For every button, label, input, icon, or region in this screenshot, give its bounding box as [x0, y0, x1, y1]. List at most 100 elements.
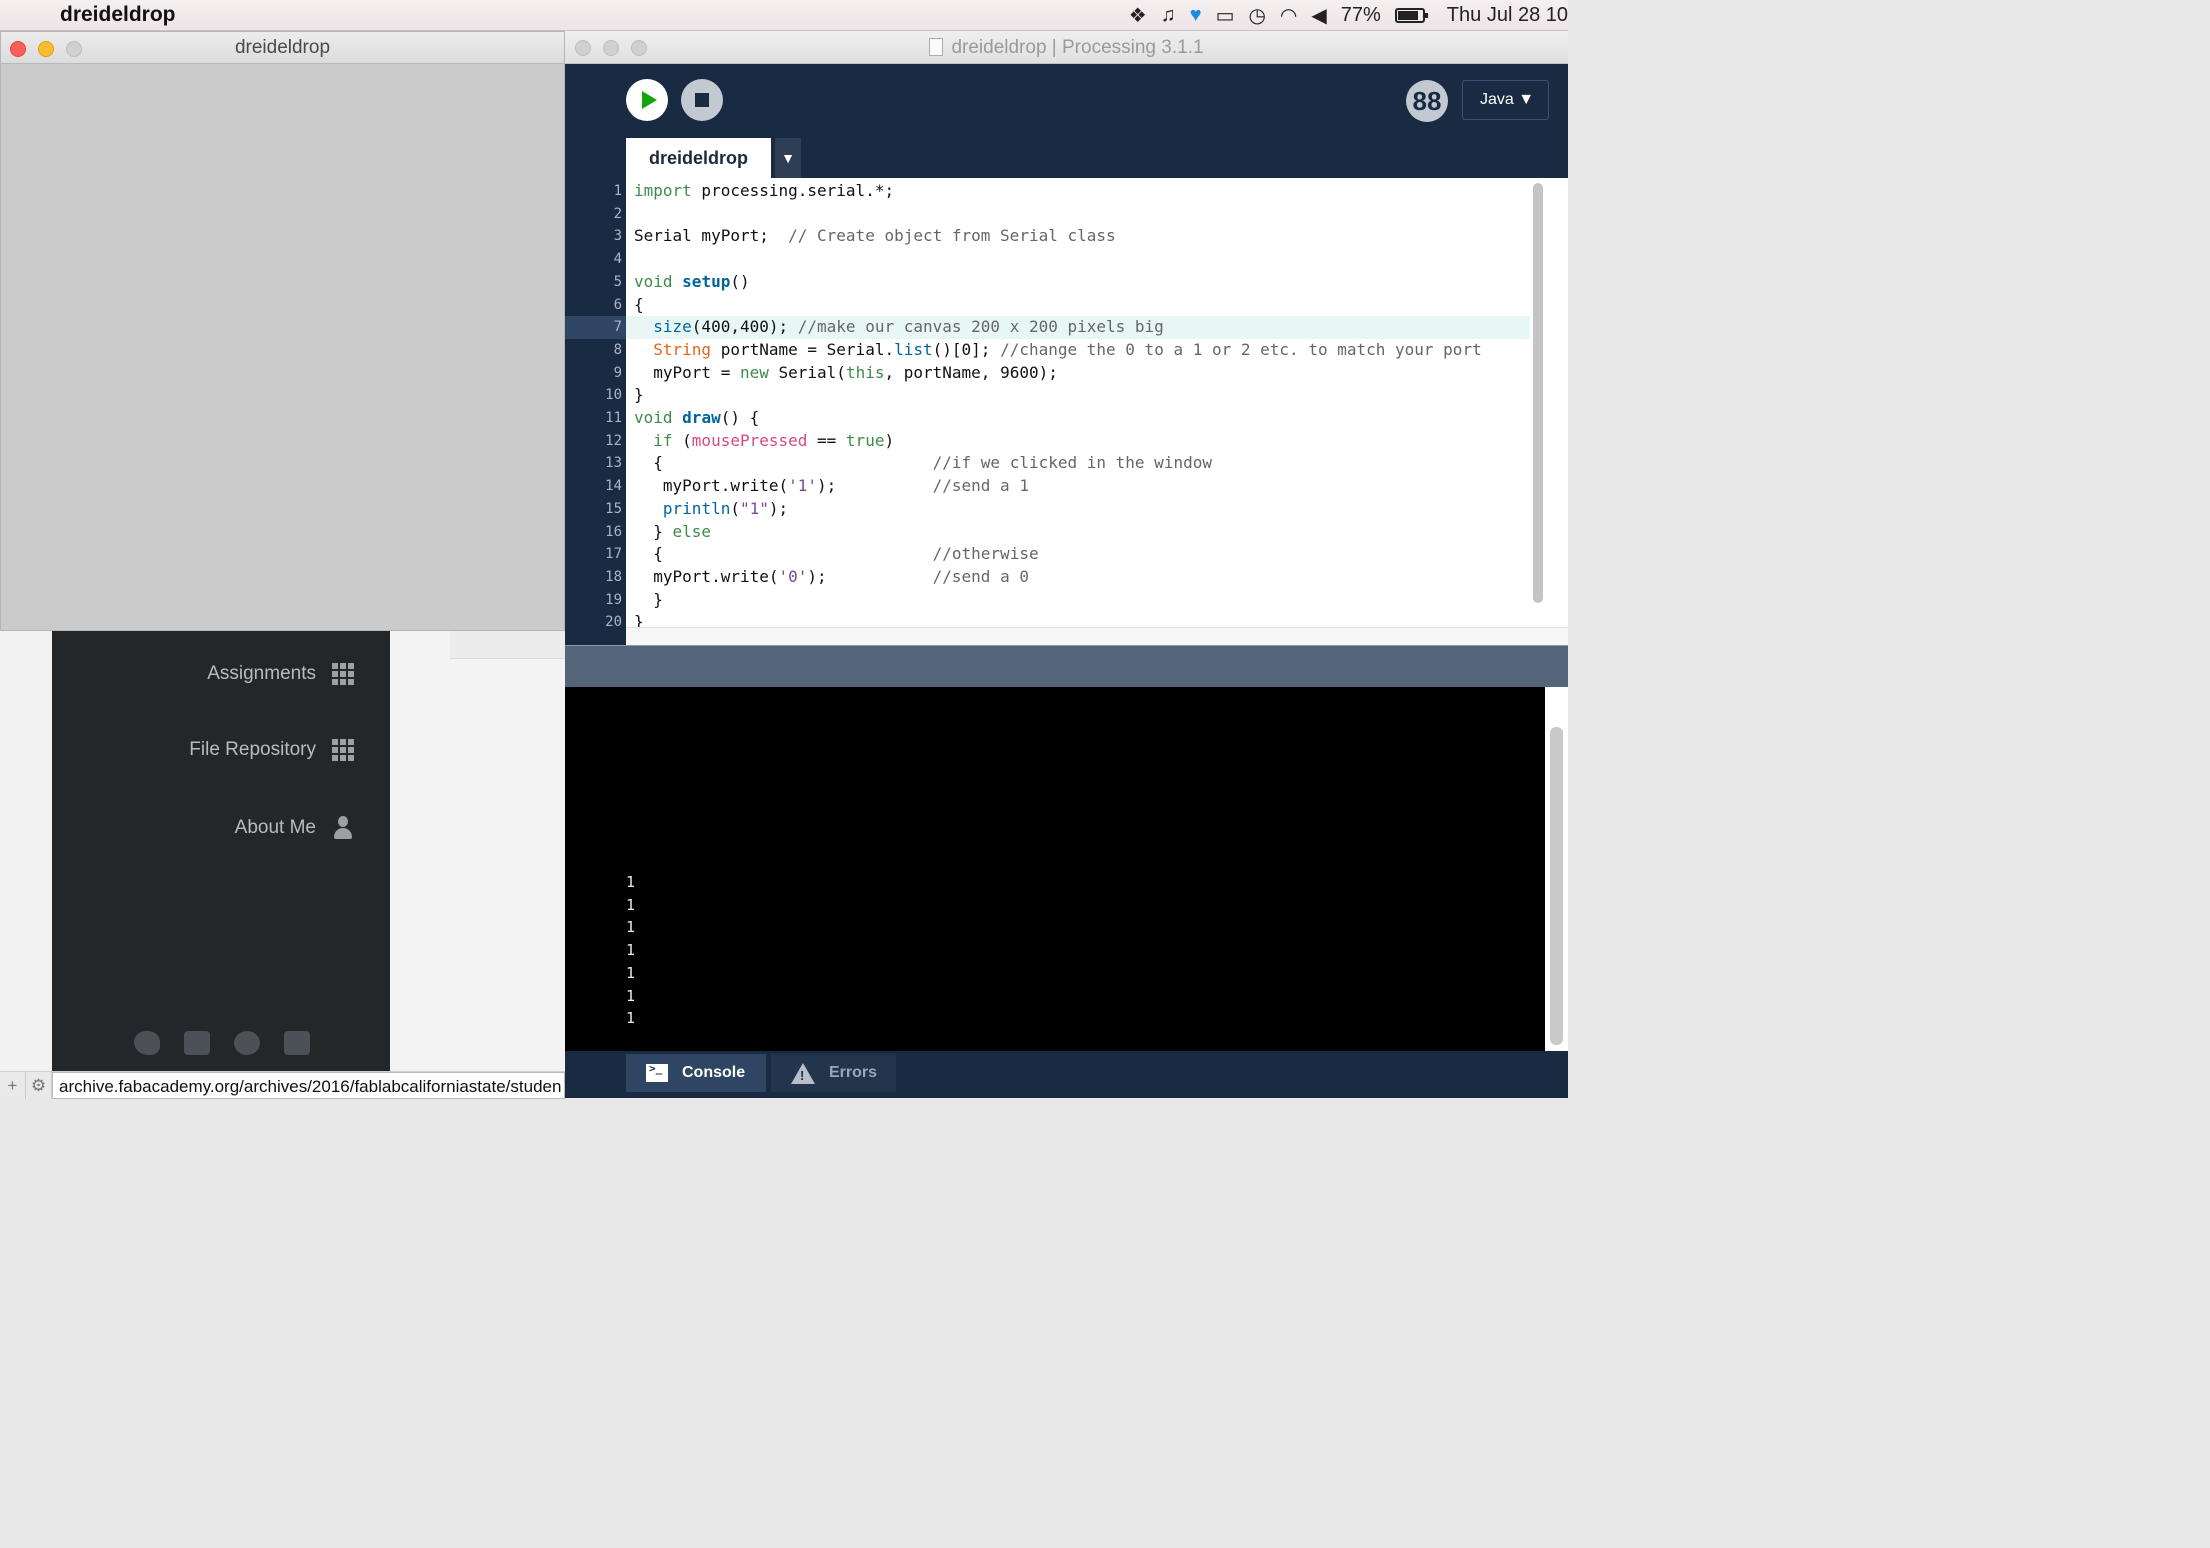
airplay-icon[interactable]: ▭ [1216, 3, 1235, 28]
tab-label: Errors [829, 1064, 878, 1081]
code-text: ) [884, 430, 895, 450]
line-number: 16 [605, 523, 622, 540]
code-editor[interactable]: 1 2 3 4 5 6 7 8 9 10 11 12 13 14 15 16 1… [565, 178, 1530, 627]
code-line: void setup() [634, 271, 750, 294]
debugger-icon[interactable]: 88 [1406, 80, 1448, 122]
ide-titlebar[interactable]: dreideldrop | Processing 3.1.1 [565, 31, 1568, 64]
wifi-icon[interactable]: ◠ [1280, 3, 1297, 28]
close-button[interactable] [575, 40, 591, 56]
line-number: 5 [613, 273, 622, 290]
tab-errors[interactable]: Errors [771, 1054, 896, 1092]
code-text: , portName, 9600); [884, 362, 1058, 382]
app-menu-name[interactable]: dreideldrop [60, 3, 176, 27]
nav-label: Assignments [207, 663, 316, 684]
editor-horizontal-scrollbar[interactable] [626, 627, 1568, 645]
code-text: myPort.write( [634, 566, 779, 586]
gear-icon[interactable]: ⚙ [26, 1071, 52, 1099]
clock[interactable]: Thu Jul 28 10 [1447, 4, 1568, 27]
nav-item-assignments[interactable]: Assignments [207, 663, 354, 685]
battery-percent[interactable]: 77% [1341, 4, 1381, 27]
code-text: () [730, 271, 750, 291]
code-text: { [634, 453, 933, 473]
console-line: 1 [626, 986, 636, 1005]
function-name: size [653, 317, 692, 337]
line-number: 2 [613, 205, 622, 222]
tab-dreideldrop[interactable]: dreideldrop [626, 138, 771, 178]
code-text: == [807, 430, 846, 450]
comment: //change the 0 to a 1 or 2 etc. to match… [1000, 339, 1482, 359]
string-literal: "1" [739, 498, 769, 518]
console-output[interactable]: 1 1 1 1 1 1 1 [565, 687, 1545, 1051]
code-line: } [634, 612, 644, 627]
editor-vertical-scrollbar[interactable] [1530, 178, 1568, 627]
line-number: 17 [605, 546, 622, 563]
code-line: import processing.serial.*; [634, 180, 894, 203]
close-button[interactable] [10, 41, 26, 57]
editor-console-divider[interactable] [565, 645, 1568, 687]
tab-label: Console [682, 1064, 746, 1081]
code-line: size(400,400); //make our canvas 200 x 2… [634, 316, 1164, 339]
minimize-button[interactable] [38, 41, 54, 57]
time-machine-icon[interactable]: ◷ [1248, 3, 1265, 28]
code-line: void draw() { [634, 407, 759, 430]
string-literal: '1' [788, 476, 818, 496]
page-content [390, 631, 565, 1071]
stop-button[interactable] [681, 79, 723, 121]
sketch-title: dreideldrop [234, 37, 331, 58]
run-button[interactable] [626, 79, 668, 121]
twitter-icon[interactable] [134, 1031, 160, 1055]
function-name: draw [682, 408, 721, 427]
line-number: 19 [605, 591, 622, 608]
comment: //make our canvas 200 x 200 pixels big [797, 317, 1164, 337]
nav-label: File Repository [189, 739, 316, 760]
ide-title: dreideldrop | Processing 3.1.1 [951, 37, 1204, 58]
dropbox-icon[interactable]: ❖ [1129, 3, 1147, 28]
keyword: void [634, 271, 673, 291]
nav-item-about-me[interactable]: About Me [235, 816, 354, 840]
mode-select[interactable]: Java ▼ [1462, 80, 1549, 120]
code-line: { //if we clicked in the window [634, 452, 1212, 475]
console-line: 1 [626, 895, 636, 914]
sketch-canvas[interactable] [1, 64, 564, 630]
console-tabs-bar: Console Errors [565, 1051, 1568, 1098]
line-number: 14 [605, 478, 622, 495]
zoom-button[interactable] [631, 40, 647, 56]
grid-icon [332, 739, 354, 761]
code-line: String portName = Serial.list()[0]; //ch… [634, 339, 1482, 362]
code-text: (400,400); [691, 317, 798, 337]
keyword: true [845, 430, 885, 450]
mail-icon[interactable] [284, 1031, 310, 1055]
plus-icon[interactable]: + [0, 1071, 26, 1099]
github-icon[interactable] [234, 1031, 260, 1055]
line-number: 10 [605, 387, 622, 404]
comment: //send a 0 [932, 566, 1029, 586]
battery-icon[interactable] [1394, 8, 1428, 23]
console-scrollbar[interactable] [1545, 687, 1568, 1051]
sketch-titlebar[interactable]: dreideldrop [1, 32, 564, 64]
keyword: else [672, 521, 712, 541]
console-lines: 1 1 1 1 1 1 1 [626, 871, 635, 1030]
line-number: 18 [605, 568, 622, 585]
browser-window: Assignments File Repository About Me + ⚙… [0, 631, 565, 1099]
tab-menu-arrow[interactable]: ▼ [775, 138, 801, 178]
content-header [450, 631, 565, 659]
tab-console[interactable]: Console [626, 1054, 766, 1092]
browser-left-margin [0, 631, 52, 1098]
headphones-icon[interactable]: ♫ [1161, 4, 1176, 27]
code-line: println("1"); [634, 498, 788, 521]
sketch-window: dreideldrop [0, 31, 565, 631]
keyword: this [845, 362, 885, 382]
volume-icon[interactable]: ◀ [1311, 3, 1326, 28]
zoom-button[interactable] [66, 41, 82, 57]
code-line: { [634, 294, 644, 314]
console-icon [646, 1062, 668, 1082]
minimize-button[interactable] [603, 40, 619, 56]
scroll-thumb[interactable] [1533, 183, 1543, 603]
function-name: list [894, 339, 933, 359]
comment: //otherwise [932, 544, 1039, 564]
twitter-icon[interactable]: ♥ [1190, 4, 1202, 27]
scroll-thumb[interactable] [1550, 727, 1563, 1045]
nav-item-file-repository[interactable]: File Repository [189, 739, 354, 761]
line-number: 6 [613, 296, 622, 313]
instagram-icon[interactable] [184, 1031, 210, 1055]
